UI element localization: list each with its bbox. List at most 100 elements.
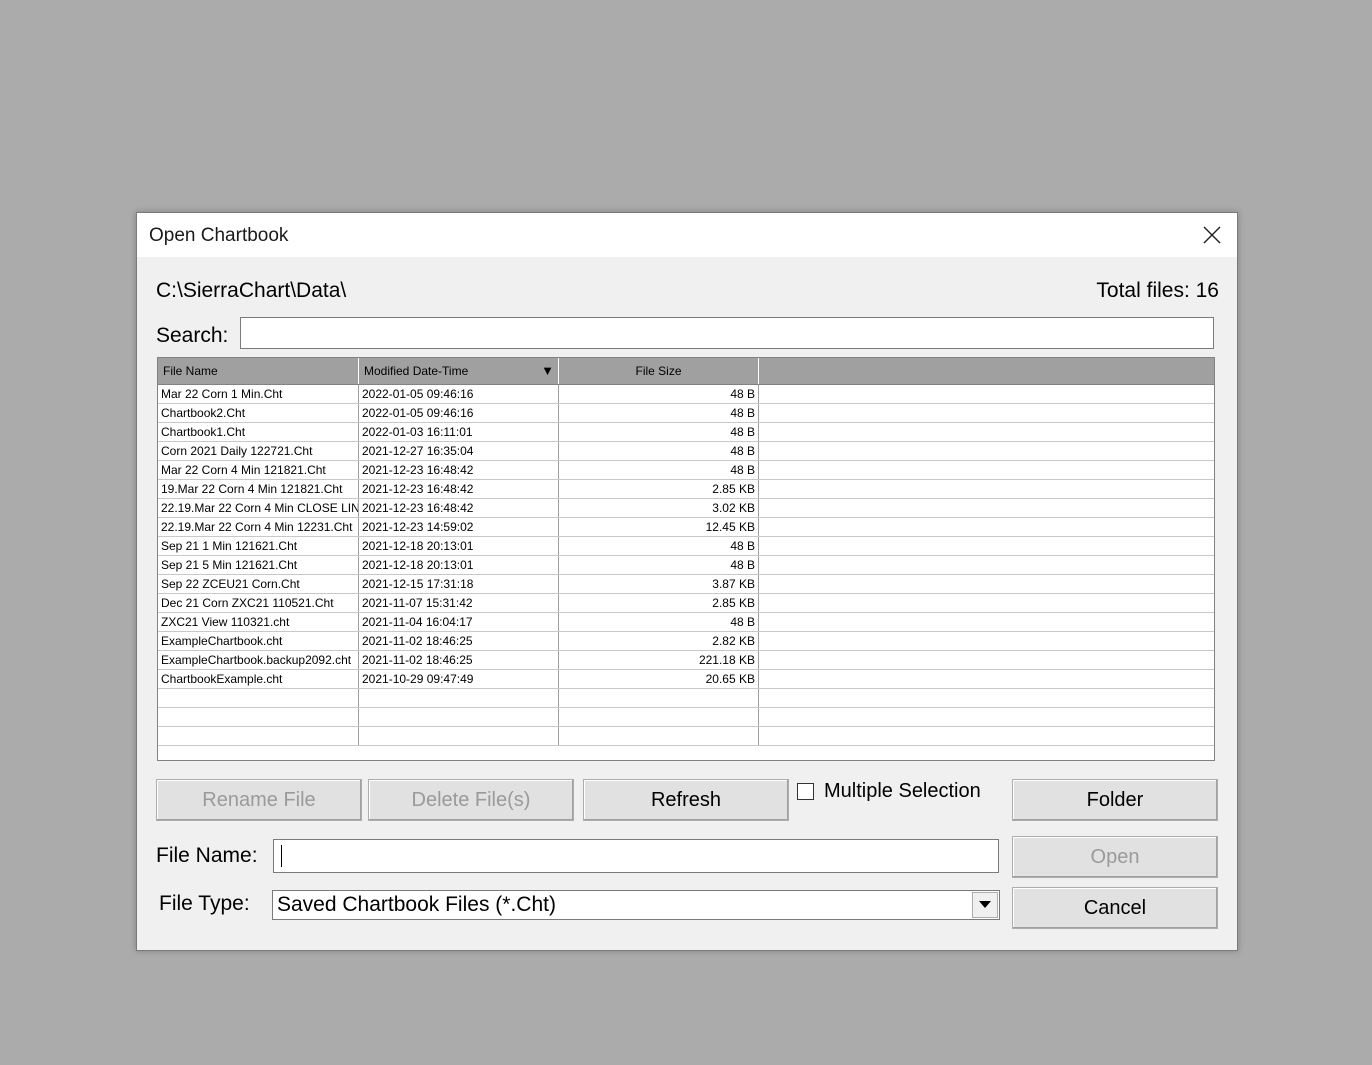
folder-button[interactable]: Folder (1012, 779, 1218, 821)
file-list-row[interactable]: Mar 22 Corn 4 Min 121821.Cht 2021-12-23 1… (158, 461, 1214, 480)
file-name-cell: ZXC21 View 110321.cht (158, 613, 359, 631)
column-header-file-size[interactable]: File Size (559, 358, 759, 384)
file-name-label: File Name: (156, 844, 258, 867)
file-size-cell: 48 B (559, 537, 759, 555)
modified-date-cell: 2021-11-04 16:04:17 (359, 613, 559, 631)
column-header-file-name[interactable]: File Name (158, 358, 359, 384)
multiple-selection-checkbox[interactable] (797, 783, 814, 800)
file-name-cell: Corn 2021 Daily 122721.Cht (158, 442, 359, 460)
file-list-row[interactable]: 19.Mar 22 Corn 4 Min 121821.Cht 2021-12-2… (158, 480, 1214, 499)
current-folder-path: C:\SierraChart\Data\ (156, 279, 347, 302)
sort-descending-icon: ▼ (541, 363, 554, 378)
file-size-cell: 48 B (559, 404, 759, 422)
file-size-cell (559, 689, 759, 707)
title-bar[interactable]: Open Chartbook (137, 213, 1237, 257)
empty-cell (759, 518, 1214, 536)
close-button[interactable] (1187, 213, 1237, 257)
empty-cell (759, 613, 1214, 631)
file-list-row[interactable]: Sep 22 ZCEU21 Corn.Cht 2021-12-15 17:31:1… (158, 575, 1214, 594)
file-list-row[interactable]: Dec 21 Corn ZXC21 110521.Cht 2021-11-07 1… (158, 594, 1214, 613)
empty-cell (759, 423, 1214, 441)
file-name-cell (158, 708, 359, 726)
file-size-cell: 48 B (559, 385, 759, 403)
cancel-button[interactable]: Cancel (1012, 887, 1218, 929)
file-name-cell: ChartbookExample.cht (158, 670, 359, 688)
file-size-cell: 2.85 KB (559, 480, 759, 498)
file-size-cell: 3.02 KB (559, 499, 759, 517)
file-list-row[interactable]: Mar 22 Corn 1 Min.Cht 2022-01-05 09:46:16… (158, 385, 1214, 404)
empty-cell (759, 632, 1214, 650)
file-list-row[interactable]: Sep 21 5 Min 121621.Cht 2021-12-18 20:13:… (158, 556, 1214, 575)
refresh-button[interactable]: Refresh (583, 779, 789, 821)
empty-cell (759, 404, 1214, 422)
modified-date-cell: 2022-01-05 09:46:16 (359, 385, 559, 403)
column-header-modified[interactable]: Modified Date-Time ▼ (359, 358, 559, 384)
file-list-row[interactable]: ChartbookExample.cht 2021-10-29 09:47:49 2… (158, 670, 1214, 689)
file-name-cell: Sep 21 1 Min 121621.Cht (158, 537, 359, 555)
file-name-cell (158, 689, 359, 707)
file-size-cell (559, 708, 759, 726)
file-list-empty-row (158, 727, 1214, 746)
empty-cell (759, 556, 1214, 574)
file-name-cell: ExampleChartbook.cht (158, 632, 359, 650)
multiple-selection-toggle[interactable]: Multiple Selection (797, 780, 981, 803)
empty-cell (759, 651, 1214, 669)
search-label: Search: (156, 324, 229, 347)
column-header-empty (759, 358, 1214, 384)
empty-cell (759, 575, 1214, 593)
empty-cell (759, 689, 1214, 707)
file-list-row[interactable]: Corn 2021 Daily 122721.Cht 2021-12-27 16:… (158, 442, 1214, 461)
file-list-empty-row (158, 708, 1214, 727)
file-list-row[interactable]: ZXC21 View 110321.cht 2021-11-04 16:04:17… (158, 613, 1214, 632)
modified-date-cell: 2021-11-07 15:31:42 (359, 594, 559, 612)
empty-cell (759, 727, 1214, 745)
empty-cell (759, 670, 1214, 688)
modified-date-cell: 2021-12-23 14:59:02 (359, 518, 559, 536)
file-list-header: File Name Modified Date-Time ▼ File Size (158, 358, 1214, 385)
file-list-empty-row (158, 689, 1214, 708)
file-name-cell: 19.Mar 22 Corn 4 Min 121821.Cht (158, 480, 359, 498)
file-list-row[interactable]: Chartbook1.Cht 2022-01-03 16:11:01 48 B (158, 423, 1214, 442)
modified-date-cell: 2021-12-23 16:48:42 (359, 499, 559, 517)
file-name-cell: Chartbook1.Cht (158, 423, 359, 441)
file-size-cell: 2.85 KB (559, 594, 759, 612)
file-size-cell (559, 727, 759, 745)
empty-cell (759, 461, 1214, 479)
file-type-select[interactable]: Saved Chartbook Files (*.Cht) (272, 890, 1000, 920)
file-list-row[interactable]: ExampleChartbook.cht 2021-11-02 18:46:25 2… (158, 632, 1214, 651)
empty-cell (759, 499, 1214, 517)
file-name-cell: Mar 22 Corn 1 Min.Cht (158, 385, 359, 403)
file-size-cell: 48 B (559, 461, 759, 479)
modified-date-cell: 2021-12-23 16:48:42 (359, 461, 559, 479)
delete-files-button[interactable]: Delete File(s) (368, 779, 574, 821)
file-size-cell: 2.82 KB (559, 632, 759, 650)
file-size-cell: 48 B (559, 556, 759, 574)
modified-date-cell (359, 727, 559, 745)
file-list-row[interactable]: 22.19.Mar 22 Corn 4 Min 12231.Cht 2021-12… (158, 518, 1214, 537)
file-list-row[interactable]: Sep 21 1 Min 121621.Cht 2021-12-18 20:13:… (158, 537, 1214, 556)
file-name-cell: ExampleChartbook.backup2092.cht (158, 651, 359, 669)
file-name-cell: Mar 22 Corn 4 Min 121821.Cht (158, 461, 359, 479)
modified-date-cell: 2022-01-05 09:46:16 (359, 404, 559, 422)
search-input[interactable] (240, 317, 1214, 349)
file-size-cell: 3.87 KB (559, 575, 759, 593)
rename-file-button[interactable]: Rename File (156, 779, 362, 821)
file-list-row[interactable]: ExampleChartbook.backup2092.cht 2021-11-0… (158, 651, 1214, 670)
multiple-selection-label: Multiple Selection (824, 780, 981, 802)
file-size-cell: 221.18 KB (559, 651, 759, 669)
empty-cell (759, 442, 1214, 460)
modified-date-cell: 2022-01-03 16:11:01 (359, 423, 559, 441)
empty-cell (759, 385, 1214, 403)
modified-date-cell: 2021-12-27 16:35:04 (359, 442, 559, 460)
file-size-cell: 48 B (559, 423, 759, 441)
open-button[interactable]: Open (1012, 836, 1218, 878)
modified-date-cell: 2021-12-18 20:13:01 (359, 556, 559, 574)
dropdown-button[interactable] (972, 892, 998, 918)
file-name-input[interactable] (273, 839, 999, 873)
file-list-row[interactable]: Chartbook2.Cht 2022-01-05 09:46:16 48 B (158, 404, 1214, 423)
file-list-row[interactable]: 22.19.Mar 22 Corn 4 Min CLOSE LINE 2021-1… (158, 499, 1214, 518)
file-size-cell: 12.45 KB (559, 518, 759, 536)
empty-cell (759, 480, 1214, 498)
modified-date-cell (359, 689, 559, 707)
file-list[interactable]: File Name Modified Date-Time ▼ File Size… (157, 357, 1215, 761)
